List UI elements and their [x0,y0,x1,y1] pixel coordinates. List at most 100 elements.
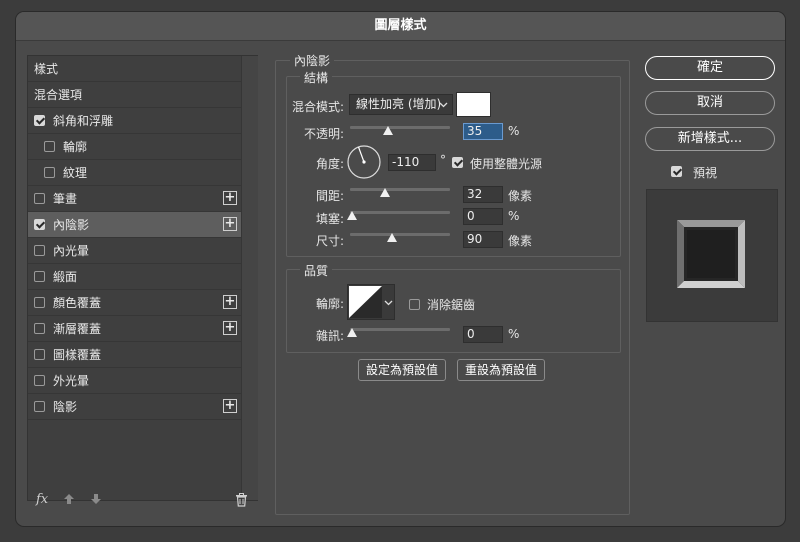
trash-icon[interactable] [235,493,248,507]
fx-icon[interactable]: fx [36,492,48,507]
blend-mode-select[interactable]: 線性加亮 (增加) [349,94,453,115]
angle-label: 角度: [315,157,344,171]
styles-scrollbar[interactable] [241,56,258,500]
ok-button[interactable]: 確定 [645,56,775,80]
gradient-overlay-checkbox[interactable] [34,323,45,334]
opacity-slider-thumb[interactable] [383,126,393,135]
choke-slider[interactable] [350,211,450,214]
inner-glow-checkbox[interactable] [34,245,45,256]
style-item-contour[interactable]: 輪廓 [28,134,241,160]
blend-mode-label: 混合模式: [291,100,344,114]
outer-glow-label: 外光暈 [53,374,90,388]
style-item-stroke[interactable]: 筆畫 + [28,186,241,212]
style-item-inner-shadow[interactable]: 內陰影 + [28,212,241,238]
styles-header-label: 樣式 [34,62,59,76]
opacity-unit: % [508,124,520,138]
global-light-label: 使用整體光源 [470,157,543,171]
texture-checkbox[interactable] [44,167,55,178]
style-item-gradient-overlay[interactable]: 漸層覆蓋 + [28,316,241,342]
distance-unit: 像素 [508,189,533,203]
reset-default-button[interactable]: 重設為預設值 [457,359,545,381]
anti-alias-checkbox[interactable] [409,299,420,310]
contour-checkbox[interactable] [44,141,55,152]
inner-glow-label: 內光暈 [53,244,90,258]
noise-input[interactable]: 0 [463,326,503,343]
bevel-emboss-checkbox[interactable] [34,115,45,126]
stroke-label: 筆畫 [53,192,78,206]
contour-field-label: 輪廓: [315,297,344,311]
style-item-satin[interactable]: 緞面 [28,264,241,290]
preview-label: 預視 [693,166,718,180]
pattern-overlay-label: 圖樣覆蓋 [53,348,102,362]
distance-input[interactable]: 32 [463,186,503,203]
preview-thumbnail [677,220,745,288]
size-input[interactable]: 90 [463,231,503,248]
style-item-pattern-overlay[interactable]: 圖樣覆蓋 [28,342,241,368]
color-overlay-checkbox[interactable] [34,297,45,308]
size-slider-thumb[interactable] [387,233,397,242]
noise-label: 雜訊: [315,329,344,343]
shadow-color-swatch[interactable] [456,92,491,117]
gradient-overlay-label: 漸層覆蓋 [53,322,102,336]
new-style-button[interactable]: 新增樣式... [645,127,775,151]
global-light-checkbox[interactable] [452,157,463,168]
style-item-outer-glow[interactable]: 外光暈 [28,368,241,394]
distance-slider[interactable] [350,188,450,191]
styles-toolbar: fx [27,490,256,514]
add-gradient-overlay-button[interactable]: + [223,321,237,335]
distance-label: 間距: [315,189,344,203]
noise-slider-thumb[interactable] [347,328,357,337]
inner-shadow-checkbox[interactable] [34,219,45,230]
noise-unit: % [508,327,520,341]
style-item-inner-glow[interactable]: 內光暈 [28,238,241,264]
inner-shadow-title: 內陰影 [290,52,335,69]
angle-input[interactable]: -110 [388,154,436,171]
choke-slider-thumb[interactable] [347,211,357,220]
style-item-bevel-emboss[interactable]: 斜角和浮雕 [28,108,241,134]
color-overlay-label: 顏色覆蓋 [53,296,102,310]
add-color-overlay-button[interactable]: + [223,295,237,309]
noise-slider[interactable] [350,328,450,331]
stroke-checkbox[interactable] [34,193,45,204]
drop-shadow-label: 陰影 [53,400,78,414]
blend-options-item[interactable]: 混合選項 [28,82,241,108]
add-drop-shadow-button[interactable]: + [223,399,237,413]
choke-unit: % [508,209,520,223]
size-slider[interactable] [350,233,450,236]
outer-glow-checkbox[interactable] [34,375,45,386]
contour-chevron-icon[interactable] [384,297,393,311]
opacity-slider[interactable] [350,126,450,129]
choke-label: 填塞: [315,212,344,226]
bevel-emboss-label: 斜角和浮雕 [53,114,114,128]
preview-checkbox[interactable] [671,166,682,177]
add-inner-shadow-button[interactable]: + [223,217,237,231]
contour-picker[interactable] [347,284,395,320]
angle-unit: ° [440,153,446,167]
chevron-down-icon [439,95,448,120]
texture-label: 紋理 [63,166,88,180]
add-stroke-button[interactable]: + [223,191,237,205]
size-unit: 像素 [508,234,533,248]
move-up-icon[interactable] [63,493,75,507]
inner-shadow-label: 內陰影 [53,218,90,232]
layer-style-dialog: 圖層樣式 樣式 混合選項 斜角和浮雕 輪廓 紋理 筆畫 + 內陰影 + 內光暈 … [16,12,785,526]
style-item-color-overlay[interactable]: 顏色覆蓋 + [28,290,241,316]
drop-shadow-checkbox[interactable] [34,401,45,412]
style-item-texture[interactable]: 紋理 [28,160,241,186]
style-item-drop-shadow[interactable]: 陰影 + [28,394,241,420]
angle-dial[interactable] [347,145,381,179]
contour-label: 輪廓 [63,140,88,154]
contour-curve-icon [349,286,382,318]
quality-title: 品質 [300,262,333,279]
styles-header[interactable]: 樣式 [28,56,241,82]
move-down-icon[interactable] [90,493,102,507]
pattern-overlay-checkbox[interactable] [34,349,45,360]
cancel-button[interactable]: 取消 [645,91,775,115]
make-default-button[interactable]: 設定為預設值 [358,359,446,381]
distance-slider-thumb[interactable] [380,188,390,197]
structure-title: 結構 [300,69,333,86]
opacity-input[interactable]: 35 [463,123,503,140]
blend-mode-value: 線性加亮 (增加) [356,97,442,111]
satin-checkbox[interactable] [34,271,45,282]
choke-input[interactable]: 0 [463,208,503,225]
